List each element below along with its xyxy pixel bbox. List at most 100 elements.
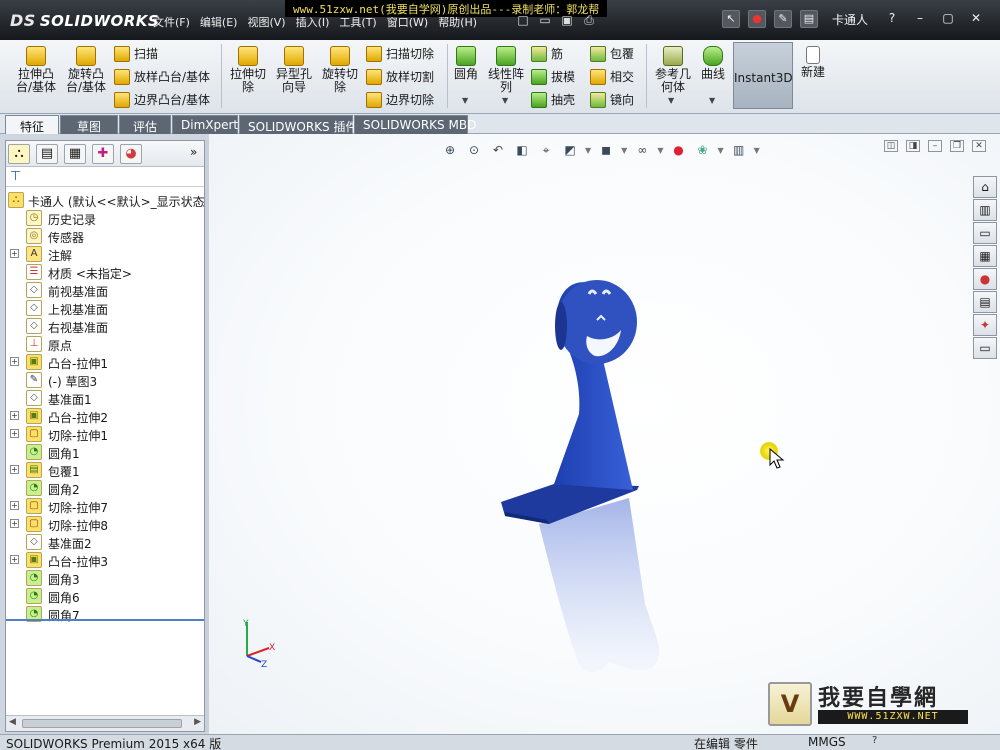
- revolve-boss-button[interactable]: 旋转凸 台/基体: [62, 46, 110, 94]
- scroll-right-icon[interactable]: ▶: [194, 717, 201, 727]
- tree-item[interactable]: + ▢ 切除-拉伸7: [6, 497, 204, 515]
- curves-button[interactable]: 曲线: [698, 46, 728, 81]
- tree-item[interactable]: ◔ 圆角2: [6, 479, 204, 497]
- tab-evaluate[interactable]: 评估: [119, 115, 171, 134]
- graphics-area[interactable]: ⊕ ⊙ ↶ ◧ ⌖ ◩ ▼ ◼ ▼ ∞ ▼ ● ❀ ▼ ▥ ▼ ◫ ◨ – ❐ ✕: [209, 134, 1000, 734]
- tree-item[interactable]: ◎ 传感器: [6, 227, 204, 245]
- tab-solidworks-addins[interactable]: SOLIDWORKS 插件: [239, 115, 357, 134]
- tree-filter[interactable]: ⊤: [6, 167, 204, 187]
- expand-panel-icon[interactable]: »: [190, 145, 197, 159]
- linear-pattern-button[interactable]: 线性阵 列: [485, 46, 527, 94]
- new-button[interactable]: 新建: [798, 46, 828, 79]
- tab-sketch[interactable]: 草图: [60, 115, 118, 134]
- tree-item[interactable]: ✎ (-) 草图3: [6, 371, 204, 389]
- tree-item[interactable]: ◇ 基准面2: [6, 533, 204, 551]
- sweep-button[interactable]: 扫描: [114, 45, 158, 62]
- open-icon[interactable]: ▭: [537, 13, 553, 27]
- tree-item[interactable]: ☰ 材质 <未指定>: [6, 263, 204, 281]
- dimxpert-manager-tab-icon[interactable]: ✚: [92, 144, 114, 164]
- expand-icon[interactable]: +: [10, 249, 19, 258]
- tree-item[interactable]: ◇ 前视基准面: [6, 281, 204, 299]
- expand-icon[interactable]: +: [10, 429, 19, 438]
- solidworks-logo[interactable]: DS SOLIDWORKS: [10, 11, 159, 30]
- file-explorer-icon[interactable]: ▭: [973, 222, 997, 244]
- shell-button[interactable]: 抽壳: [531, 91, 575, 108]
- display-manager-tab-icon[interactable]: ◕: [120, 144, 142, 164]
- traffic-light-icon[interactable]: ●: [748, 10, 766, 28]
- tree-item[interactable]: + ▣ 凸台-拉伸2: [6, 407, 204, 425]
- tree-root[interactable]: ⛬ 卡通人 (默认<<默认>_显示状态: [6, 191, 204, 209]
- appearances-icon[interactable]: ●: [973, 268, 997, 290]
- expand-icon[interactable]: +: [10, 519, 19, 528]
- extrude-cut-button[interactable]: 拉伸切 除: [226, 46, 270, 94]
- tab-dimxpert[interactable]: DimXpert: [172, 115, 238, 134]
- options-icon[interactable]: ✎: [774, 10, 792, 28]
- expand-icon[interactable]: +: [10, 555, 19, 564]
- sweep-cut-button[interactable]: 扫描切除: [366, 45, 434, 62]
- loft-cut-button[interactable]: 放样切割: [366, 68, 434, 85]
- solidworks-forum-icon[interactable]: ✦: [973, 314, 997, 336]
- curves-dropdown-icon[interactable]: ▼: [709, 96, 715, 105]
- select-cursor-icon[interactable]: ↖: [722, 10, 740, 28]
- ref-geometry-dropdown-icon[interactable]: ▼: [668, 96, 674, 105]
- tree-horizontal-scrollbar[interactable]: ◀ ▶: [6, 715, 204, 731]
- filter-icon[interactable]: ⊤: [10, 169, 26, 184]
- intersect-button[interactable]: 相交: [590, 68, 634, 85]
- help-icon[interactable]: ?: [882, 11, 902, 27]
- tab-features[interactable]: 特征: [5, 115, 59, 134]
- close-icon[interactable]: ✕: [966, 11, 986, 27]
- expand-icon[interactable]: +: [10, 357, 19, 366]
- menu-view[interactable]: 视图(V): [247, 14, 285, 30]
- hole-wizard-button[interactable]: 异型孔 向导: [272, 46, 316, 94]
- revolve-cut-button[interactable]: 旋转切 除: [318, 46, 362, 94]
- design-library-icon[interactable]: ▥: [973, 199, 997, 221]
- minimize-icon[interactable]: –: [910, 11, 930, 27]
- tree-item[interactable]: ◔ 圆角1: [6, 443, 204, 461]
- rollback-bar[interactable]: [6, 619, 204, 621]
- tree-item[interactable]: ◔ 圆角3: [6, 569, 204, 587]
- expand-icon[interactable]: +: [10, 465, 19, 474]
- tree-item[interactable]: + A 注解: [6, 245, 204, 263]
- scrollbar-thumb[interactable]: [22, 719, 182, 728]
- loft-boss-button[interactable]: 放样凸台/基体: [114, 68, 210, 85]
- file-properties-icon[interactable]: ▤: [800, 10, 818, 28]
- extrude-boss-button[interactable]: 拉伸凸 台/基体: [12, 46, 60, 94]
- scroll-left-icon[interactable]: ◀: [9, 717, 16, 727]
- cartoon-model[interactable]: [209, 134, 1000, 734]
- restore-icon[interactable]: ▢: [938, 11, 958, 27]
- tree-item[interactable]: ◔ 圆角6: [6, 587, 204, 605]
- fillet-button[interactable]: 圆角: [452, 46, 480, 81]
- instant3d-button[interactable]: Instant3D: [733, 42, 793, 109]
- pattern-dropdown-icon[interactable]: ▼: [502, 96, 508, 105]
- view-palette-icon[interactable]: ▦: [973, 245, 997, 267]
- new-doc-icon[interactable]: □: [515, 13, 531, 27]
- solidworks-resources-icon[interactable]: ⌂: [973, 176, 997, 198]
- feature-tree-tab-icon[interactable]: ⛬: [8, 144, 30, 164]
- menu-file[interactable]: 文件(F): [153, 14, 190, 30]
- wrap-button[interactable]: 包覆: [590, 45, 634, 62]
- save-icon[interactable]: ▣: [559, 13, 575, 27]
- unit-system[interactable]: MMGS: [808, 735, 846, 749]
- draft-button[interactable]: 拔模: [531, 68, 575, 85]
- tree-item[interactable]: ◇ 上视基准面: [6, 299, 204, 317]
- configuration-manager-tab-icon[interactable]: ▦: [64, 144, 86, 164]
- tree-item[interactable]: + ▤ 包覆1: [6, 461, 204, 479]
- tree-item[interactable]: ◷ 历史记录: [6, 209, 204, 227]
- tree-item[interactable]: + ▣ 凸台-拉伸1: [6, 353, 204, 371]
- custom-properties-icon[interactable]: ▤: [973, 291, 997, 313]
- menu-edit[interactable]: 编辑(E): [200, 14, 238, 30]
- reference-geometry-button[interactable]: 参考几 何体: [652, 46, 694, 94]
- property-manager-tab-icon[interactable]: ▤: [36, 144, 58, 164]
- tree-item[interactable]: + ▣ 凸台-拉伸3: [6, 551, 204, 569]
- expand-icon[interactable]: +: [10, 411, 19, 420]
- comments-icon[interactable]: ▭: [973, 337, 997, 359]
- tree-item[interactable]: ◇ 基准面1: [6, 389, 204, 407]
- print-icon[interactable]: ⎙: [581, 13, 597, 27]
- mirror-button[interactable]: 镜向: [590, 91, 634, 108]
- tree-item[interactable]: + ▢ 切除-拉伸1: [6, 425, 204, 443]
- expand-icon[interactable]: +: [10, 501, 19, 510]
- tab-solidworks-mbd[interactable]: SOLIDWORKS MBD: [354, 115, 476, 134]
- tree-item[interactable]: + ▢ 切除-拉伸8: [6, 515, 204, 533]
- boundary-cut-button[interactable]: 边界切除: [366, 91, 434, 108]
- fillet-dropdown-icon[interactable]: ▼: [462, 96, 468, 105]
